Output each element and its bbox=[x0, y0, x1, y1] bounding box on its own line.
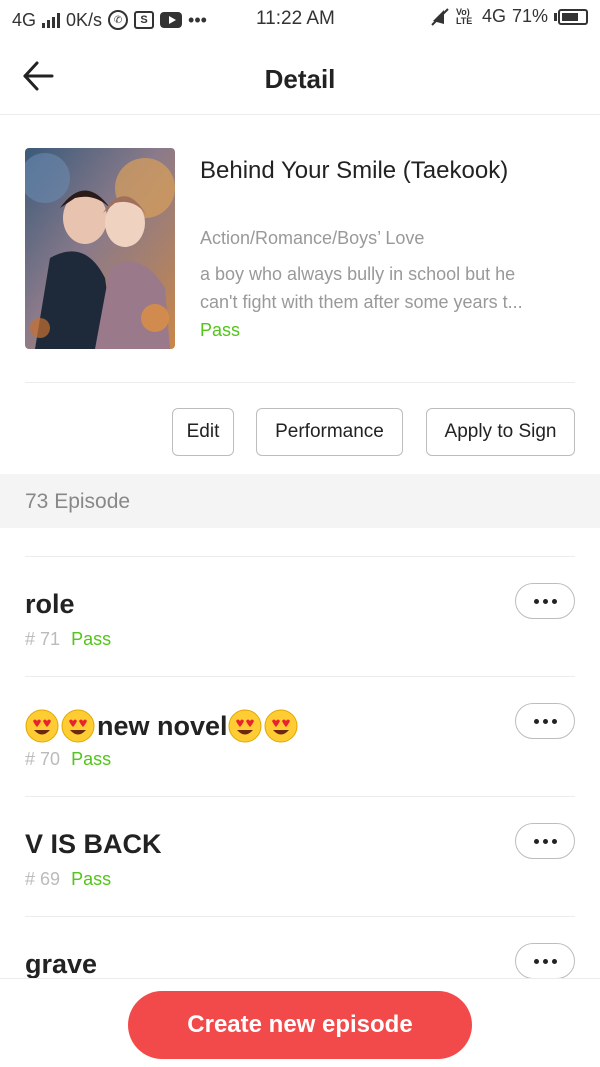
battery-icon bbox=[554, 8, 588, 25]
bottom-bar: Create new episode bbox=[0, 978, 600, 1067]
episode-title-row: new novel bbox=[25, 709, 300, 743]
episode-title: new novel bbox=[97, 710, 228, 741]
heart-eyes-emoji-icon bbox=[61, 709, 95, 743]
more-options-button[interactable] bbox=[515, 703, 575, 739]
heart-eyes-emoji-icon bbox=[228, 709, 262, 743]
create-new-episode-button[interactable]: Create new episode bbox=[128, 991, 472, 1059]
book-description-line-1: a boy who always bully in school but he bbox=[200, 264, 516, 284]
episode-status: Pass bbox=[71, 869, 112, 889]
network-right-label: 4G bbox=[481, 6, 506, 26]
book-genre: Action/Romance/Boys’ Love bbox=[200, 228, 425, 248]
mute-icon bbox=[431, 7, 449, 26]
page-title: Detail bbox=[264, 64, 336, 94]
episode-title: grave bbox=[25, 949, 98, 979]
network-label: 4G bbox=[12, 9, 37, 30]
book-description-line-2: can't fight with them after some years t… bbox=[200, 292, 523, 312]
episode-title: role bbox=[25, 589, 75, 619]
episode-number: # 69 bbox=[25, 869, 61, 889]
status-bar: 4G 0K/s ✆ S ••• 11:22 AM Vo) LTE 4G 71% bbox=[0, 0, 600, 40]
episodes-header: 73 Episode bbox=[0, 474, 600, 528]
divider bbox=[25, 382, 575, 383]
episode-meta: # 69 Pass bbox=[25, 869, 111, 890]
heart-eyes-emoji-icon bbox=[264, 709, 298, 743]
episode-meta: # 70 Pass bbox=[25, 749, 111, 770]
episode-item[interactable]: V IS BACK # 69 Pass bbox=[25, 796, 575, 916]
book-title: Behind Your Smile (Taekook) bbox=[200, 157, 509, 184]
heart-eyes-emoji-icon bbox=[25, 709, 59, 743]
episode-number: # 70 bbox=[25, 749, 61, 769]
battery-percent: 71% bbox=[511, 6, 548, 26]
volte-label: Vo) LTE bbox=[455, 6, 473, 26]
more-options-button[interactable] bbox=[515, 943, 575, 979]
youtube-icon bbox=[160, 12, 183, 28]
episode-item[interactable]: role # 71 Pass bbox=[25, 556, 575, 676]
s-app-icon: S bbox=[134, 11, 155, 29]
clock: 11:22 AM bbox=[256, 8, 335, 29]
apply-to-sign-button[interactable]: Apply to Sign bbox=[426, 408, 575, 456]
more-options-button[interactable] bbox=[515, 583, 575, 619]
edit-button[interactable]: Edit bbox=[172, 408, 234, 456]
speed-label: 0K/s bbox=[66, 9, 103, 30]
more-notifications-icon: ••• bbox=[188, 9, 207, 30]
episode-status: Pass bbox=[71, 749, 112, 769]
episode-title: V IS BACK bbox=[25, 829, 162, 859]
episode-status: Pass bbox=[71, 629, 112, 649]
episode-number: # 71 bbox=[25, 629, 61, 649]
episode-meta: # 71 Pass bbox=[25, 629, 111, 650]
book-status: Pass bbox=[200, 320, 241, 340]
book-description: a boy who always bully in school but he … bbox=[200, 260, 580, 316]
more-options-button[interactable] bbox=[515, 823, 575, 859]
header: Detail bbox=[0, 40, 600, 115]
signal-icon bbox=[42, 12, 61, 28]
episode-count: 73 Episode bbox=[25, 490, 131, 513]
episode-item[interactable]: new novel # 70 Pass bbox=[25, 676, 575, 796]
whatsapp-icon: ✆ bbox=[108, 10, 129, 30]
book-cover[interactable] bbox=[25, 148, 175, 349]
performance-button[interactable]: Performance bbox=[256, 408, 403, 456]
